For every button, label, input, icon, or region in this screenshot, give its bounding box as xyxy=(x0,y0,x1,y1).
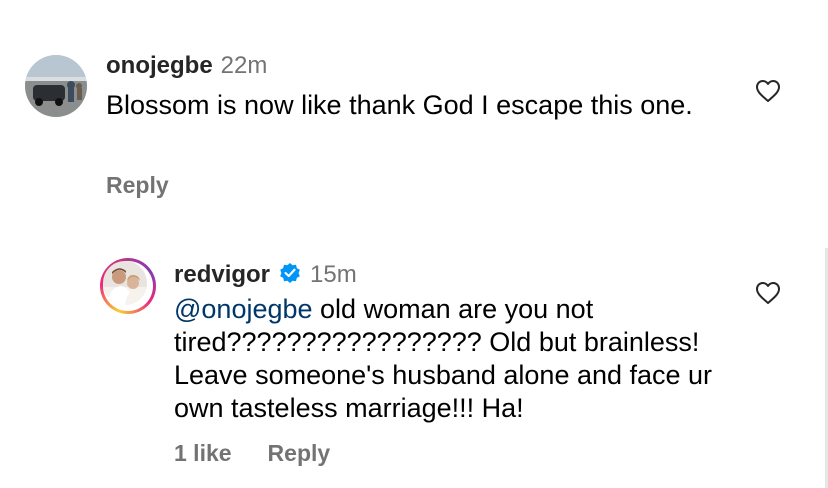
timestamp: 15m xyxy=(310,261,357,288)
heart-outline-icon[interactable] xyxy=(755,281,781,305)
verified-badge-icon xyxy=(280,263,300,283)
comment-text: Blossom is now like thank God I escape t… xyxy=(106,90,693,120)
avatar[interactable] xyxy=(103,261,147,305)
timestamp: 22m xyxy=(220,52,268,79)
username[interactable]: onojegbe xyxy=(106,52,213,80)
story-ring[interactable] xyxy=(100,258,156,314)
username[interactable]: redvigor xyxy=(174,261,270,289)
heart-outline-icon[interactable] xyxy=(755,79,781,103)
comment-text: @onojegbe old woman are you not tired???… xyxy=(174,293,734,425)
avatar-photo-icon xyxy=(103,261,147,305)
avatar[interactable] xyxy=(25,55,87,117)
comment-actions: 1 like Reply xyxy=(174,440,330,467)
mention-link[interactable]: @onojegbe xyxy=(174,294,313,324)
likes-count[interactable]: 1 like xyxy=(174,440,232,467)
comment-header: onojegbe 22m xyxy=(106,52,267,80)
reply-button[interactable]: Reply xyxy=(106,172,169,199)
avatar-photo-icon xyxy=(25,55,87,117)
comment-header: redvigor 15m xyxy=(174,258,357,289)
reply-button[interactable]: Reply xyxy=(268,440,331,467)
comment-actions: Reply xyxy=(106,172,169,199)
